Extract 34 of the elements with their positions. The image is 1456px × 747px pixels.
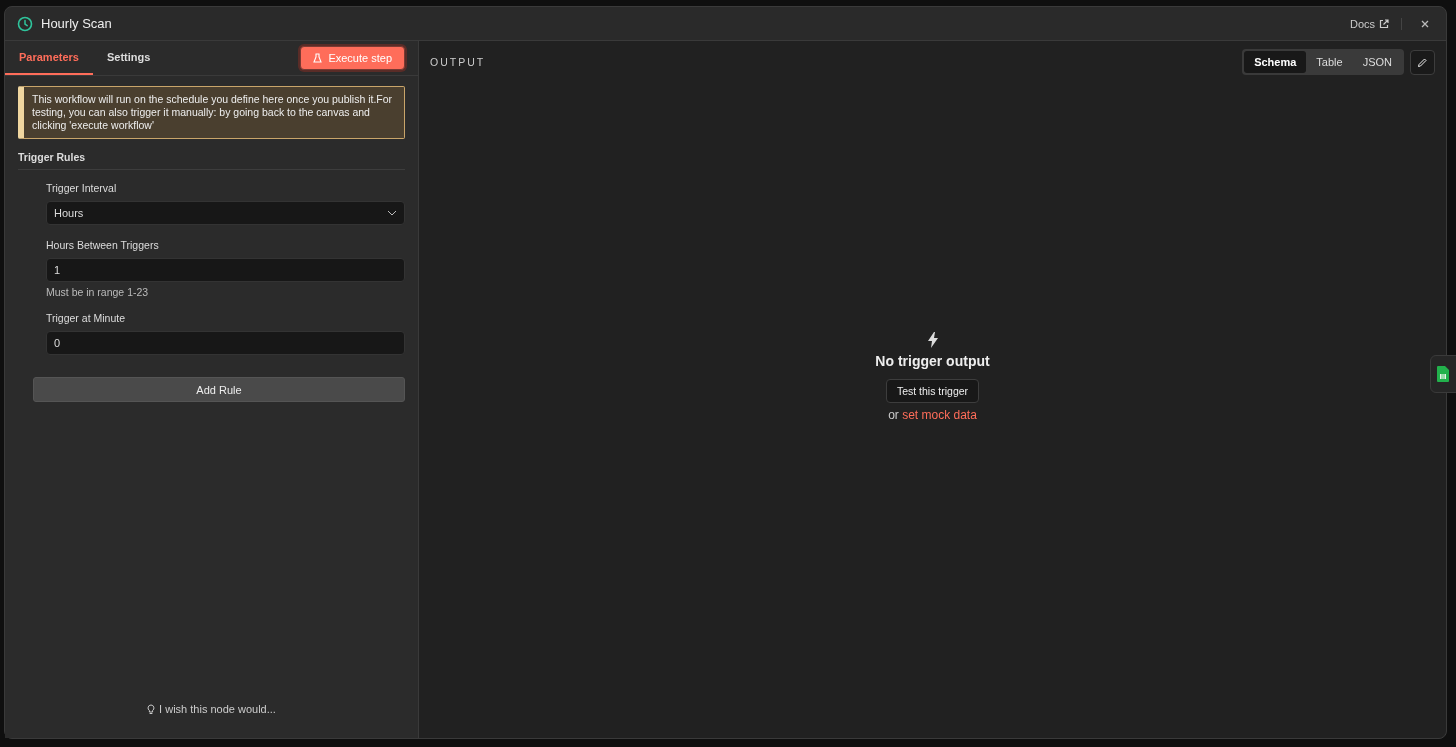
input-field[interactable]: 0 [46,331,405,355]
field-label: Trigger Interval [46,182,118,194]
flask-icon [313,53,323,63]
tab[interactable]: Parameters [5,41,93,75]
test-trigger-button[interactable]: Test this trigger [885,378,980,403]
field-label: Trigger at Minute [46,312,126,324]
empty-title: No trigger output [875,352,990,369]
field-label: Hours Between Triggers [46,239,160,251]
side-panel-tab[interactable] [1430,355,1456,393]
lightning-icon [926,331,939,348]
mock-data-link[interactable]: set mock data [902,407,977,422]
external-link-icon [1379,18,1389,29]
tab[interactable]: Settings [92,41,165,75]
view-tab[interactable]: JSON [1352,51,1402,73]
field-hint: Must be in range 1-23 [46,286,150,298]
clock-icon [17,15,33,32]
close-icon [1420,18,1430,29]
edit-button[interactable] [1410,49,1435,75]
or-text: or [888,407,899,422]
output-title: OUTPUT [430,56,486,68]
chevron-down-icon [387,210,397,216]
section-title: Trigger Rules [18,151,405,170]
view-tab[interactable]: Schema [1244,51,1307,73]
feedback-link[interactable]: I wish this node would... [141,702,282,716]
interval-dropdown[interactable]: Hours [46,201,405,225]
add-rule-button[interactable]: Add Rule [33,377,405,402]
spreadsheet-icon [1437,366,1449,382]
window-title: Hourly Scan [41,16,112,31]
pencil-icon [1417,56,1428,68]
lightbulb-icon [147,703,156,715]
docs-link[interactable]: Docs [1349,17,1402,30]
view-tab[interactable]: Table [1306,51,1353,73]
schedule-notice: This workflow will run on the schedule you define here once you publish it.For testing, you can also trigger it manually: by going back to the canvas and clicking 'execute workflow' [18,86,405,139]
input-field[interactable]: 1 [46,258,405,282]
